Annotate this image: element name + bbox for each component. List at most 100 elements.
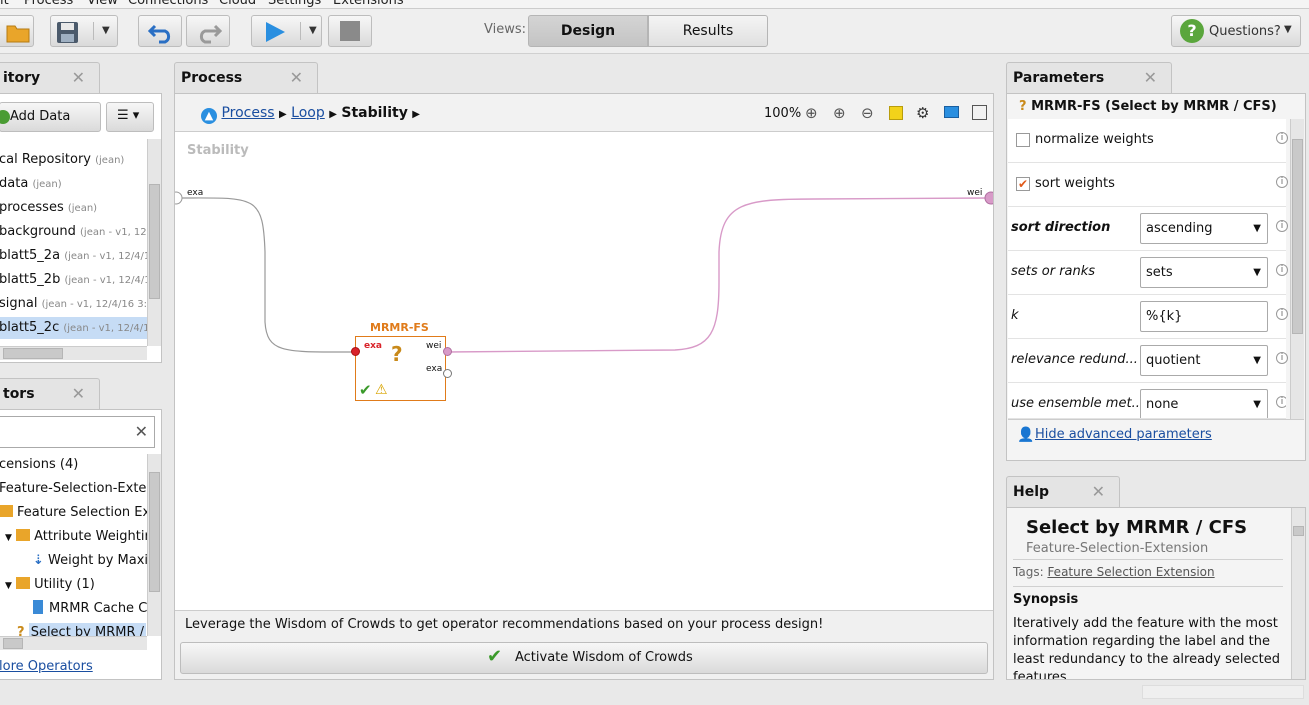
port-dot[interactable] <box>351 347 360 356</box>
list-item[interactable]: signal (jean - v1, 12/4/16 3: <box>0 293 147 315</box>
operators-scrollbar-v[interactable] <box>147 454 161 636</box>
list-item[interactable]: blatt5_2b (jean - v1, 12/4/1 <box>0 269 147 291</box>
open-button[interactable] <box>0 15 34 47</box>
zoom-out-icon[interactable]: ⊖ <box>861 104 874 122</box>
menu-settings[interactable]: Settings <box>268 0 321 8</box>
close-icon[interactable]: ✕ <box>72 63 85 93</box>
expand-icon[interactable]: ▼ <box>5 581 12 591</box>
breadcrumb-process[interactable]: Process <box>221 105 274 121</box>
port-out-wei[interactable]: wei <box>426 341 441 351</box>
port-out-exa[interactable]: exa <box>426 364 442 374</box>
tab-operators[interactable]: tors ✕ <box>0 378 100 409</box>
info-icon[interactable]: i <box>1276 396 1286 408</box>
close-icon[interactable]: ✕ <box>1092 477 1105 507</box>
port-in-exa[interactable]: exa <box>364 341 382 351</box>
tab-help[interactable]: Help ✕ <box>1006 476 1120 507</box>
chevron-down-icon[interactable]: ▼ <box>300 22 317 40</box>
sort-weights-checkbox[interactable]: ✔ <box>1016 177 1030 191</box>
info-icon[interactable]: i <box>1276 264 1288 276</box>
add-note-icon[interactable] <box>889 106 903 120</box>
tags-link[interactable]: Feature Selection Extension <box>1047 565 1214 579</box>
close-icon[interactable]: ✕ <box>72 379 85 409</box>
normalize-weights-checkbox[interactable] <box>1016 133 1030 147</box>
scrollbar-thumb[interactable] <box>149 472 160 592</box>
list-item[interactable]: MRMR Cache Cr <box>33 598 147 620</box>
run-button[interactable]: ▼ <box>251 15 322 47</box>
more-operators-link[interactable]: lore Operators <box>0 659 93 674</box>
operators-scrollbar-h[interactable] <box>0 636 147 650</box>
repository-menu-button[interactable]: ☰ ▾ <box>106 102 154 132</box>
menu-edit[interactable]: it <box>0 0 9 8</box>
stop-button[interactable] <box>328 15 372 47</box>
operator-search-input[interactable]: ✕ <box>0 416 155 448</box>
arrange-icon[interactable] <box>944 106 959 118</box>
sets-or-ranks-select[interactable]: sets ▼ <box>1140 257 1268 288</box>
relevance-redundancy-select[interactable]: quotient ▼ <box>1140 345 1268 376</box>
hide-advanced-link[interactable]: Hide advanced parameters <box>1035 427 1212 442</box>
scrollbar-thumb[interactable] <box>1293 526 1304 536</box>
item-meta: (jean - v1, 12/4/1 <box>64 275 147 286</box>
expand-icon[interactable]: ▼ <box>5 533 12 543</box>
info-icon[interactable]: i <box>1276 132 1288 144</box>
list-item[interactable]: blatt5_2c (jean - v1, 12/4/1 <box>0 317 147 339</box>
info-icon[interactable]: i <box>1276 220 1288 232</box>
auto-wire-icon[interactable]: ⚙ <box>916 104 929 122</box>
undo-button[interactable] <box>138 15 182 47</box>
menu-connections[interactable]: Connections <box>128 0 208 8</box>
port-dot[interactable] <box>443 369 452 378</box>
close-icon[interactable]: ✕ <box>1144 63 1157 93</box>
list-item[interactable]: Feature-Selection-Exter <box>0 478 147 500</box>
help-scrollbar-v[interactable] <box>1291 508 1305 679</box>
sort-direction-select[interactable]: ascending ▼ <box>1140 213 1268 244</box>
list-item[interactable]: Feature Selection Ex <box>0 502 147 524</box>
list-item[interactable]: ▼ Attribute Weightir <box>5 526 147 548</box>
tab-design[interactable]: Design <box>528 15 648 47</box>
k-input[interactable]: %{k} <box>1140 301 1268 332</box>
scrollbar-thumb[interactable] <box>3 348 63 359</box>
add-data-button[interactable]: Add Data <box>0 102 101 132</box>
info-icon[interactable]: i <box>1276 308 1288 320</box>
list-item[interactable]: censions (4) <box>0 454 78 476</box>
list-item[interactable]: background (jean - v1, 12 <box>0 221 147 243</box>
chevron-down-icon[interactable]: ▼ <box>93 22 110 40</box>
redo-button[interactable] <box>186 15 230 47</box>
menu-extensions[interactable]: Extensions <box>333 0 404 8</box>
clear-icon[interactable]: ✕ <box>135 422 148 441</box>
use-ensemble-select[interactable]: none ▼ <box>1140 389 1268 418</box>
repository-scrollbar-v[interactable] <box>147 139 161 346</box>
list-item[interactable]: ⇣ Weight by Maxi <box>33 550 147 572</box>
zoom-in-icon[interactable]: ⊕ <box>833 104 846 122</box>
repository-tab-label: itory <box>3 70 41 86</box>
menu-cloud[interactable]: Cloud <box>219 0 256 8</box>
zoom-fit-icon[interactable]: ⊕ <box>805 104 818 122</box>
activate-wisdom-button[interactable]: ✔ Activate Wisdom of Crowds <box>180 642 988 674</box>
save-button[interactable]: ▼ <box>50 15 118 47</box>
fit-view-icon[interactable] <box>972 105 987 120</box>
close-icon[interactable]: ✕ <box>290 63 303 93</box>
menu-process[interactable]: Process <box>24 0 73 8</box>
list-item[interactable]: blatt5_2a (jean - v1, 12/4/1 <box>0 245 147 267</box>
process-canvas[interactable]: Stability exa wei MRMR-FS exa wei exa ? … <box>175 132 993 610</box>
list-item[interactable]: data (jean) <box>0 173 62 195</box>
scrollbar-thumb[interactable] <box>3 638 23 649</box>
menu-view[interactable]: View <box>87 0 118 8</box>
list-item[interactable]: ▼ Utility (1) <box>5 574 95 596</box>
tab-process[interactable]: Process ✕ <box>174 62 318 93</box>
arrow-up-icon[interactable]: ▲ <box>201 108 217 124</box>
operator-mrmr-fs[interactable]: MRMR-FS exa wei exa ? ✔ ⚠ <box>345 320 455 406</box>
questions-button[interactable]: ? Questions? ▼ <box>1171 15 1301 47</box>
info-icon[interactable]: i <box>1276 176 1288 188</box>
tab-results[interactable]: Results <box>648 15 768 47</box>
tab-parameters[interactable]: Parameters ✕ <box>1006 62 1172 93</box>
list-item[interactable]: cal Repository (jean) <box>0 149 124 171</box>
scrollbar-thumb[interactable] <box>149 184 160 299</box>
list-item[interactable]: processes (jean) <box>0 197 97 219</box>
port-dot[interactable] <box>443 347 452 356</box>
operator-box[interactable]: exa wei exa ? ✔ ⚠ <box>355 336 446 401</box>
info-icon[interactable]: i <box>1276 352 1288 364</box>
parameters-scrollbar-v[interactable] <box>1290 119 1304 419</box>
repository-scrollbar-h[interactable] <box>0 346 147 360</box>
tab-repository[interactable]: itory ✕ <box>0 62 100 93</box>
scrollbar-thumb[interactable] <box>1292 139 1303 334</box>
breadcrumb-loop[interactable]: Loop <box>291 105 325 121</box>
